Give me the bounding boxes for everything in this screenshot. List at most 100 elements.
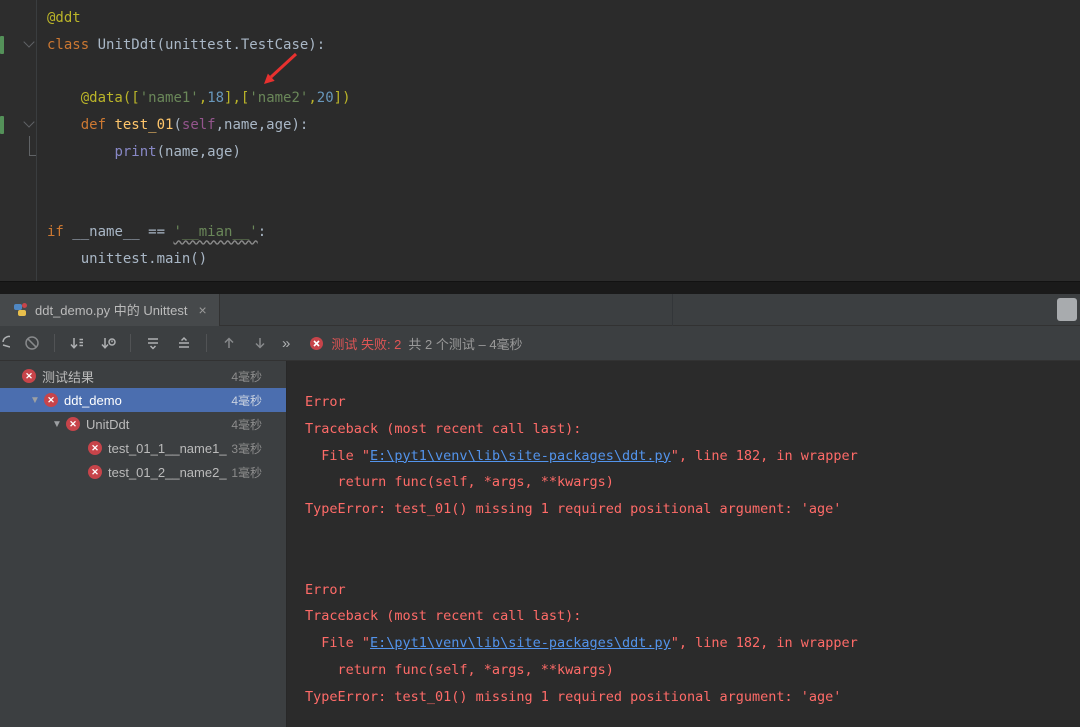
- console-line: return func(self, *args, **kwargs): [305, 469, 1080, 496]
- fold-region-end: [29, 136, 36, 156]
- previous-failed-test-icon[interactable]: [220, 334, 238, 352]
- run-tool-window: ddt_demo.py 中的 Unittest × » 测试 失败: 2 共 2…: [0, 293, 1080, 727]
- editor-code: @ddt class UnitDdt(unittest.TestCase): @d…: [37, 0, 1080, 281]
- text-token: TypeError: test_01() missing 1 required …: [305, 688, 842, 705]
- text-token: __name__ ==: [72, 224, 174, 241]
- text-token: return func(self, *args, **kwargs): [305, 474, 614, 491]
- text-token: unittest.main(): [47, 251, 208, 268]
- text-token: 'name2': [249, 90, 309, 107]
- test-duration: 4毫秒: [231, 417, 262, 432]
- tab-title: ddt_demo.py 中的 Unittest: [35, 303, 188, 318]
- vcs-change-bar: [0, 116, 4, 134]
- text-token: '__mian__': [173, 224, 258, 241]
- console-line: return func(self, *args, **kwargs): [305, 657, 1080, 684]
- text-token: ]): [333, 90, 351, 107]
- more-actions-icon[interactable]: »: [282, 335, 290, 352]
- test-tree-item[interactable]: ▼ ✕ UnitDdt 4毫秒: [0, 412, 286, 436]
- code-line: def test_01(self,name,age):: [47, 112, 1080, 139]
- text-token: 20: [316, 90, 334, 107]
- sort-by-duration-icon[interactable]: [99, 334, 117, 352]
- failed-test-icon: ✕: [22, 369, 36, 383]
- text-token: self: [181, 117, 216, 134]
- text-token: UnitDdt(unittest.TestCase):: [89, 36, 326, 53]
- code-line: @data(['name1',18],['name2',20]): [47, 85, 1080, 112]
- status-summary: 共 2 个测试 – 4毫秒: [408, 336, 523, 352]
- test-tree-item[interactable]: ✕ test_01_1__name1_ 3毫秒: [0, 436, 286, 460]
- text-token: (: [173, 117, 182, 134]
- sort-alphabetically-icon[interactable]: [68, 334, 86, 352]
- text-token: class: [47, 36, 90, 53]
- console-line: File "E:\pyt1\venv\lib\site-packages\ddt…: [305, 630, 1080, 657]
- test-tree: ✕ 测试结果 4毫秒 ▼ ✕ ddt_demo 4毫秒 ▼ ✕ UnitDdt 4毫秒 ✕ test_0…: [0, 361, 287, 727]
- test-runner-toolbar: » 测试 失败: 2 共 2 个测试 – 4毫秒: [0, 326, 1080, 361]
- code-line: class UnitDdt(unittest.TestCase):: [47, 32, 1080, 59]
- close-tab-icon[interactable]: ×: [198, 302, 206, 318]
- text-token: test_01: [114, 117, 174, 134]
- ide-window: @ddt class UnitDdt(unittest.TestCase): @d…: [0, 0, 1080, 727]
- toolbar-separator: [54, 334, 55, 352]
- fold-chevron-icon[interactable]: [23, 36, 35, 48]
- expand-all-icon[interactable]: [144, 334, 162, 352]
- code-line: unittest.main(): [47, 246, 1080, 273]
- text-token: @data([: [80, 90, 140, 107]
- test-duration: 4毫秒: [231, 369, 262, 384]
- text-token: 18: [207, 90, 225, 107]
- console-line: Traceback (most recent call last):: [305, 416, 1080, 443]
- panel-corner-button[interactable]: [1057, 298, 1077, 321]
- test-tree-item-label: ddt_demo: [64, 392, 122, 408]
- code-line: print(name,age): [47, 139, 1080, 166]
- text-token: ,: [308, 90, 317, 107]
- run-toolwindow-content: ✕ 测试结果 4毫秒 ▼ ✕ ddt_demo 4毫秒 ▼ ✕ UnitDdt 4毫秒 ✕ test_0…: [0, 361, 1080, 727]
- fold-chevron-icon[interactable]: [23, 116, 35, 128]
- test-tree-item-label: UnitDdt: [86, 416, 130, 432]
- test-tree-item[interactable]: ✕ 测试结果 4毫秒: [0, 364, 286, 388]
- chevron-down-icon[interactable]: ▼: [48, 419, 66, 430]
- failed-test-icon: ✕: [66, 417, 80, 431]
- console-line: TypeError: test_01() missing 1 required …: [305, 496, 1080, 523]
- failed-test-icon: [310, 336, 324, 350]
- console-line: Error: [305, 389, 1080, 416]
- test-tree-item[interactable]: ▼ ✕ ddt_demo 4毫秒: [0, 388, 286, 412]
- text-token: ,: [198, 90, 208, 107]
- editor-toolwindow-splitter[interactable]: [0, 281, 1080, 294]
- code-line: @ddt: [47, 5, 1080, 32]
- text-token: ", line 182, in wrapper: [670, 447, 858, 464]
- test-duration: 3毫秒: [231, 441, 262, 456]
- test-console[interactable]: Error Traceback (most recent call last): …: [287, 361, 1080, 727]
- chevron-down-icon[interactable]: ▼: [26, 395, 44, 406]
- test-status: 测试 失败: 2 共 2 个测试 – 4毫秒: [309, 334, 523, 353]
- stacktrace-file-link[interactable]: E:\pyt1\venv\lib\site-packages\ddt.py: [370, 635, 671, 651]
- failed-test-icon: ✕: [44, 393, 58, 407]
- text-token: 'name1': [139, 90, 199, 107]
- stacktrace-file-link[interactable]: E:\pyt1\venv\lib\site-packages\ddt.py: [370, 448, 671, 464]
- text-token: @ddt: [47, 10, 81, 26]
- test-tree-item-label: test_01_2__name2_: [108, 464, 227, 480]
- toolbar-separator: [206, 334, 207, 352]
- status-failed-count: 测试 失败: 2: [331, 336, 402, 352]
- tabbar-separator: [672, 294, 673, 326]
- collapse-all-icon[interactable]: [175, 334, 193, 352]
- stop-icon[interactable]: [23, 334, 41, 352]
- code-line: if __name__ == '__mian__':: [47, 219, 1080, 246]
- run-toolwindow-tabbar: ddt_demo.py 中的 Unittest ×: [0, 293, 1080, 326]
- console-line: Traceback (most recent call last):: [305, 603, 1080, 630]
- text-token: File ": [305, 635, 371, 652]
- next-failed-test-icon[interactable]: [251, 334, 269, 352]
- text-token: def: [80, 117, 115, 134]
- tab-unittest-run[interactable]: ddt_demo.py 中的 Unittest ×: [0, 293, 220, 326]
- text-token: ],[: [224, 90, 250, 107]
- text-token: :: [257, 224, 267, 241]
- rerun-tests-icon[interactable]: [0, 334, 10, 352]
- text-token: Error: [305, 394, 346, 410]
- text-token: Traceback (most recent call last):: [305, 420, 582, 437]
- test-tree-item[interactable]: ✕ test_01_2__name2_ 1毫秒: [0, 460, 286, 484]
- code-editor[interactable]: @ddt class UnitDdt(unittest.TestCase): @d…: [0, 0, 1080, 281]
- text-token: ,name,age):: [215, 117, 309, 134]
- unittest-run-config-icon: [14, 302, 27, 316]
- text-token: print: [114, 143, 157, 160]
- editor-gutter: [0, 0, 37, 281]
